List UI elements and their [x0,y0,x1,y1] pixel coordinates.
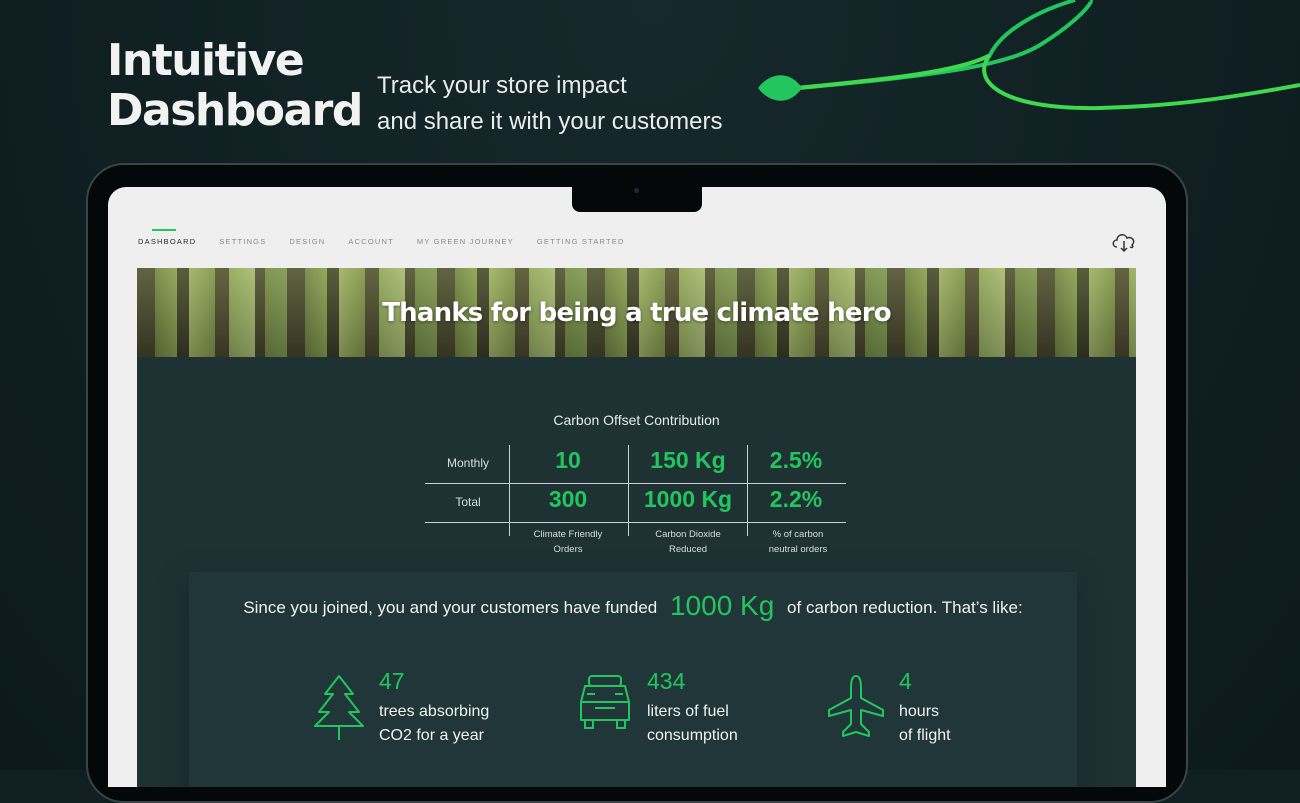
table-row: Total 300 1000 Kg 2.2% [425,484,846,523]
column-label-co2-line1: Carbon Dioxide [655,529,721,540]
total-percent-value: 2.2% [769,486,823,512]
monthly-co2-value: 150 Kg [650,447,726,473]
stat-flight-line1: hours [899,703,940,720]
table-row: Monthly 10 150 Kg 2.5% [425,445,846,484]
nav-settings[interactable]: SETTINGS [219,237,266,246]
stat-trees-line1: trees absorbing [379,703,490,720]
stat-trees-label: trees absorbing CO2 for a year [379,700,529,748]
stat-fuel-line2: consumption [647,727,738,744]
cloud-icon[interactable] [1110,229,1138,255]
impact-card: Since you joined, you and your customers… [189,572,1077,787]
impact-suffix: of carbon reduction. That’s like: [787,598,1023,617]
stat-trees-value: 47 [379,668,405,694]
column-label-orders-line1: Climate Friendly [533,529,603,540]
impact-prefix: Since you joined, you and your customers… [243,598,658,617]
column-label-orders: Climate Friendly Orders [509,527,627,557]
offset-table: Monthly 10 150 Kg 2.5% Total 300 1000 Kg… [425,445,846,555]
hero-title-line2: Dashboard [107,85,363,136]
stat-fuel-label: liters of fuel consumption [647,700,797,748]
hero-title: Intuitive Dashboard [107,35,363,136]
stat-flight-value: 4 [899,668,912,694]
tree-icon [314,675,364,740]
column-label-percent: % of carbon neutral orders [739,527,857,557]
dashboard-panel: Carbon Offset Contribution Monthly 10 15… [137,357,1136,787]
offset-title: Carbon Offset Contribution [553,412,720,428]
nav-design[interactable]: DESIGN [289,237,325,246]
impact-summary: Since you joined, you and your customers… [189,590,1077,622]
nav-account[interactable]: ACCOUNT [348,237,393,246]
column-label-percent-line1: % of carbon [772,529,824,540]
nav-my-green-journey[interactable]: MY GREEN JOURNEY [417,237,514,246]
hero-subtitle: Track your store impact and share it wit… [377,68,722,140]
leaf-icon [758,75,802,101]
app-screen: DASHBOARD SETTINGS DESIGN ACCOUNT MY GRE… [108,187,1166,787]
column-label-co2: Carbon Dioxide Reduced [629,527,747,557]
nav-dashboard[interactable]: DASHBOARD [138,229,196,246]
hero-title-line1: Intuitive [107,35,305,86]
column-label-percent-line2: neutral orders [768,544,828,555]
stat-trees-line2: CO2 for a year [379,727,484,744]
total-orders-value: 300 [548,486,588,512]
nav-getting-started[interactable]: GETTING STARTED [537,237,625,246]
total-co2-value: 1000 Kg [643,486,733,512]
stat-fuel-value: 434 [647,668,686,694]
monthly-percent-value: 2.5% [769,447,823,473]
column-label-orders-line2: Orders [553,544,583,555]
hero-subtitle-line1: Track your store impact [377,72,627,99]
row-label-monthly: Monthly [446,456,490,470]
camera-icon [634,188,639,193]
column-label-co2-line2: Reduced [668,544,708,555]
airplane-icon [828,675,884,737]
banner-title: Thanks for being a true climate hero [382,297,891,328]
impact-amount: 1000 Kg [669,590,775,621]
main-nav: DASHBOARD SETTINGS DESIGN ACCOUNT MY GRE… [138,229,648,246]
car-icon [580,675,630,729]
stat-fuel-line1: liters of fuel [647,703,729,720]
stat-flight-label: hours of flight [899,700,1049,748]
hero-subtitle-line2: and share it with your customers [377,108,723,135]
monthly-orders-value: 10 [555,447,581,473]
leaf-vine-decoration [758,0,1300,111]
hero-banner: Thanks for being a true climate hero [137,268,1136,357]
row-label-total: Total [455,495,481,509]
stat-flight-line2: of flight [899,727,951,744]
